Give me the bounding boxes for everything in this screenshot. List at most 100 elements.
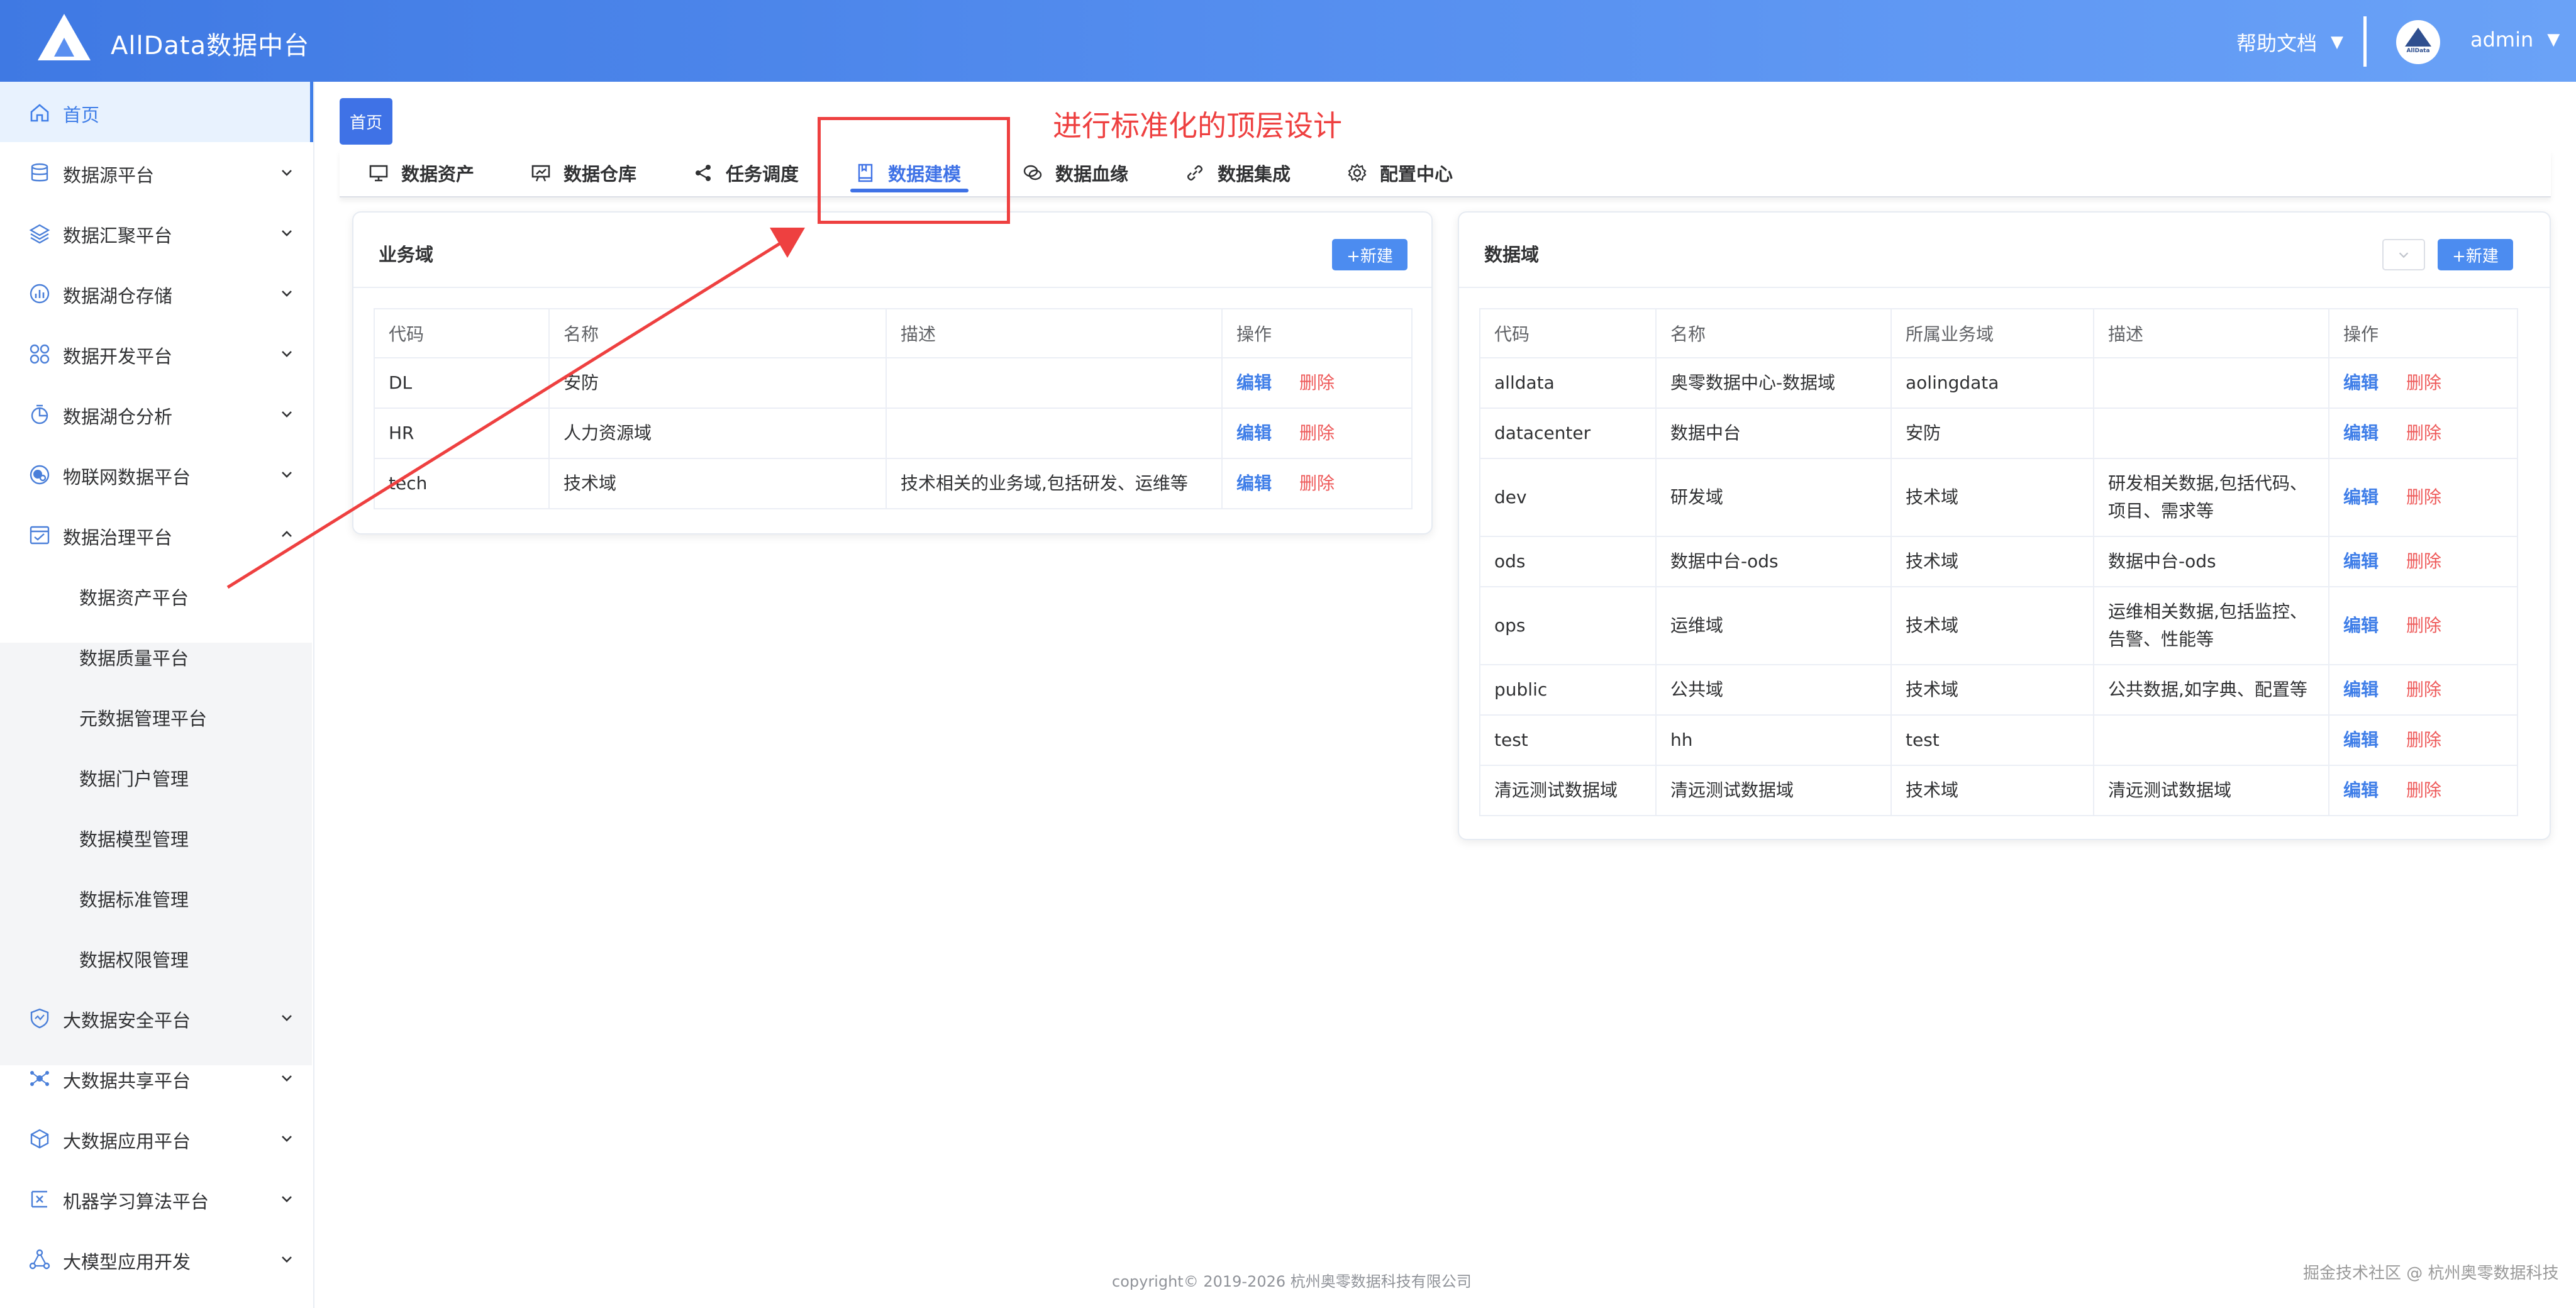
submenu-item-portal[interactable]: 数据门户管理 [0,746,312,806]
cell-code: dev [1479,458,1657,537]
delete-link[interactable]: 删除 [2406,484,2441,511]
sidebar-item-aggregation[interactable]: 数据汇聚平台 [0,202,313,263]
tab-label: 数据血缘 [1055,164,1129,185]
submenu-item-permission-management[interactable]: 数据权限管理 [0,927,312,987]
column-header: 代码 [374,308,550,358]
grid-icon [30,344,50,364]
submenu-item-standard-management[interactable]: 数据标准管理 [0,867,312,927]
sidebar-item-datasource[interactable]: 数据源平台 [0,142,313,202]
column-header: 代码 [1479,308,1657,358]
sidebar-item-label: 数据源平台 [63,165,155,186]
annotation-highlight-box [818,117,1010,224]
avatar[interactable]: AllData [2396,20,2440,64]
table-row: 清远测试数据域 清远测试数据域 技术域 清远测试数据域 编辑 删除 [1479,765,2518,816]
sidebar-item-security[interactable]: 大数据安全平台 [0,987,313,1048]
delete-link[interactable]: 删除 [2406,676,2441,704]
sidebar-item-governance[interactable]: 数据治理平台 [0,504,313,565]
tab-label: 配置中心 [1380,164,1453,185]
tab-data-lineage[interactable]: 数据血缘 [1023,150,1128,196]
help-docs-menu[interactable]: 帮助文档 ▼ [2236,28,2343,57]
sidebar-item-ml[interactable]: 机器学习算法平台 [0,1168,313,1229]
cell-desc [886,407,1223,459]
sidebar-item-application[interactable]: 大数据应用平台 [0,1108,313,1168]
table-row: ods 数据中台-ods 技术域 数据中台-ods 编辑 删除 [1479,536,2518,587]
submenu-item-model-management[interactable]: 数据模型管理 [0,806,312,867]
tab-data-integration[interactable]: 数据集成 [1185,150,1291,196]
edit-link[interactable]: 编辑 [2343,676,2379,704]
cell-desc: 公共数据,如字典、配置等 [2093,664,2329,716]
delete-link[interactable]: 删除 [1299,470,1335,497]
edit-link[interactable]: 编辑 [1236,419,1272,447]
edit-link[interactable]: 编辑 [2343,484,2379,511]
submenu-item-asset-platform[interactable]: 数据资产平台 [0,565,312,625]
cell-code: HR [374,407,550,459]
delete-link[interactable]: 删除 [2406,777,2441,804]
tab-label: 任务调度 [726,164,799,185]
delete-link[interactable]: 删除 [1299,419,1335,447]
tab-data-assets[interactable]: 数据资产 [369,150,474,196]
tab-label: 数据资产 [401,164,475,185]
edit-link[interactable]: 编辑 [1236,369,1272,397]
submenu-item-metadata-platform[interactable]: 元数据管理平台 [0,685,312,746]
submenu-item-quality-platform[interactable]: 数据质量平台 [0,625,312,685]
cell-business-domain: 技术域 [1890,586,2094,665]
edit-link[interactable]: 编辑 [2343,726,2379,754]
cell-desc: 数据中台-ods [2093,536,2329,587]
edit-link[interactable]: 编辑 [2343,548,2379,575]
edit-link[interactable]: 编辑 [1236,470,1272,497]
new-business-domain-button[interactable]: +新建 [1332,239,1407,270]
user-menu[interactable]: admin ▼ [2470,28,2560,52]
delete-link[interactable]: 删除 [1299,369,1335,397]
cell-name: 人力资源域 [548,407,887,459]
delete-link[interactable]: 删除 [2406,419,2441,447]
delete-link[interactable]: 删除 [2406,726,2441,754]
tab-data-warehouse[interactable]: 数据仓库 [531,150,636,196]
sidebar-item-llm[interactable]: 大模型应用开发 [0,1229,313,1289]
sidebar-item-sharing[interactable]: 大数据共享平台 [0,1048,313,1108]
column-header: 所属业务域 [1890,308,2094,358]
table-header-row: 代码 名称 描述 操作 [374,308,1413,358]
tab-task-scheduling[interactable]: 任务调度 [693,150,799,196]
business-domain-table: 代码 名称 描述 操作 DL 安防 编辑 删除 HR 人力资源域 编辑 删除 tec… [374,308,1413,509]
cell-business-domain: 技术域 [1890,536,2094,587]
cell-actions: 编辑 删除 [2328,765,2518,816]
cell-code: alldata [1479,357,1657,409]
cell-desc: 研发相关数据,包括代码、项目、需求等 [2093,458,2329,537]
cell-code: DL [374,357,550,409]
delete-link[interactable]: 删除 [2406,369,2441,397]
sidebar-item-label: 数据开发平台 [63,346,173,367]
delete-link[interactable]: 删除 [2406,612,2441,640]
data-domain-panel: 数据域 +新建 代码 名称 所属业务域 描述 操作 alldata 奥零数据中心… [1458,211,2551,840]
filter-dropdown[interactable] [2382,239,2425,270]
column-header: 名称 [548,308,887,358]
sidebar-item-label: 大数据共享平台 [63,1070,191,1092]
edit-link[interactable]: 编辑 [2343,369,2379,397]
business-domain-panel: 业务域 +新建 代码 名称 描述 操作 DL 安防 编辑删除 HR 人力资源域 [352,211,1433,535]
cell-actions: 编辑 删除 [2328,664,2518,716]
cell-business-domain: 技术域 [1890,664,2094,716]
tab-config-center[interactable]: 配置中心 [1347,150,1453,196]
sidebar-item-lakehouse-analysis[interactable]: 数据湖仓分析 [0,384,313,444]
edit-link[interactable]: 编辑 [2343,612,2379,640]
chevron-down-icon [282,291,292,297]
cell-name: 公共域 [1655,664,1892,716]
tab-label: 数据集成 [1218,164,1291,185]
column-header: 名称 [1655,308,1892,358]
delete-link[interactable]: 删除 [2406,548,2441,575]
monitor-icon [369,165,388,182]
sidebar-item-home[interactable]: 首页 [0,82,313,142]
new-data-domain-button[interactable]: +新建 [2438,239,2513,270]
chevron-up-icon [282,531,292,537]
cell-code: datacenter [1479,407,1657,459]
sidebar-item-iot[interactable]: 物联网数据平台 [0,444,313,504]
sidebar-item-dev-platform[interactable]: 数据开发平台 [0,323,313,384]
edit-link[interactable]: 编辑 [2343,777,2379,804]
app-title: AllData数据中台 [111,31,310,60]
cell-desc [886,357,1223,409]
tab-label: 数据仓库 [564,164,637,185]
panel-header: 业务域 +新建 [353,213,1431,288]
sidebar-item-lakehouse-storage[interactable]: 数据湖仓存储 [0,263,313,323]
sidebar-item-label: 数据湖仓分析 [63,406,173,428]
edit-link[interactable]: 编辑 [2343,419,2379,447]
tag-home[interactable]: 首页 [340,98,392,145]
